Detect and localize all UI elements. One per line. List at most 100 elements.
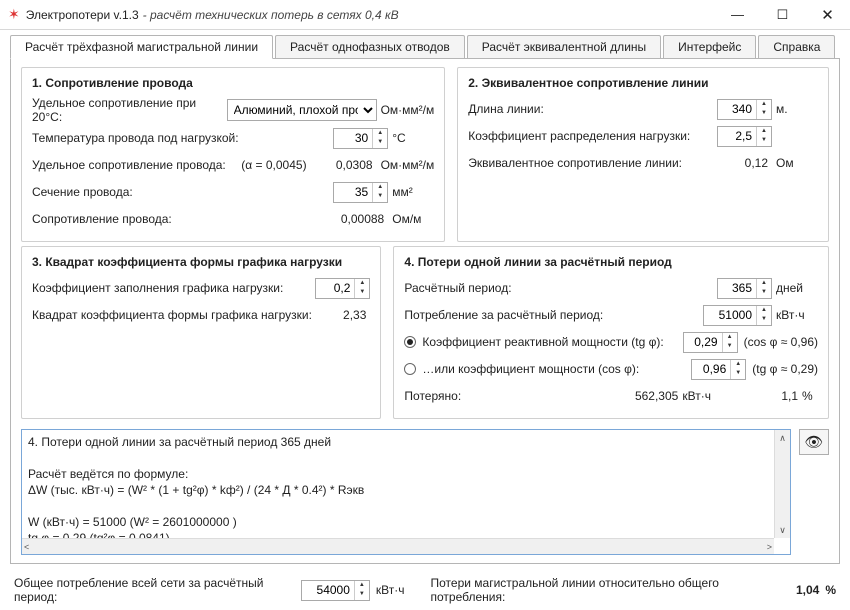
coef-label: Коэффициент распределения нагрузки: bbox=[468, 129, 717, 143]
tab-single-phase[interactable]: Расчёт однофазных отводов bbox=[275, 35, 465, 59]
temp-input[interactable] bbox=[334, 129, 372, 148]
cons-spinner[interactable]: ▲▼ bbox=[703, 305, 772, 326]
loss-unit: % bbox=[825, 583, 836, 597]
cos-input[interactable] bbox=[692, 360, 730, 379]
tg-input[interactable] bbox=[684, 333, 722, 352]
rud-unit: Ом·мм²/м bbox=[377, 158, 435, 172]
spin-up-icon[interactable]: ▲ bbox=[373, 183, 387, 193]
group1-title: 1. Сопротивление провода bbox=[32, 74, 434, 90]
lost-unit: кВт·ч bbox=[678, 389, 724, 403]
len-input[interactable] bbox=[718, 100, 756, 119]
spin-down-icon[interactable]: ▼ bbox=[731, 369, 745, 379]
cos-spinner[interactable]: ▲▼ bbox=[691, 359, 746, 380]
spin-up-icon[interactable]: ▲ bbox=[757, 279, 771, 289]
cos-aux: (tg φ ≈ 0,29) bbox=[746, 362, 818, 376]
rwire-value: 0,00088 bbox=[330, 212, 388, 226]
view-button[interactable]: 👁 bbox=[799, 429, 829, 455]
spin-down-icon[interactable]: ▼ bbox=[355, 288, 369, 298]
r20-label: Удельное сопротивление при 20°C: bbox=[32, 96, 227, 124]
lost-label: Потеряно: bbox=[404, 389, 494, 403]
len-spinner[interactable]: ▲▼ bbox=[717, 99, 772, 120]
titlebar: ✶ Электропотери v.1.3 - расчёт техническ… bbox=[0, 0, 850, 30]
spin-down-icon[interactable]: ▼ bbox=[757, 288, 771, 298]
scroll-up-icon[interactable]: ∧ bbox=[779, 430, 786, 446]
rud-alpha: (α = 0,0045) bbox=[241, 158, 318, 172]
calculation-log[interactable]: 4. Потери одной линии за расчётный перио… bbox=[21, 429, 791, 555]
spin-up-icon[interactable]: ▲ bbox=[757, 100, 771, 110]
lost-value: 562,305 bbox=[608, 389, 678, 403]
spin-up-icon[interactable]: ▲ bbox=[757, 306, 771, 316]
scroll-left-icon[interactable]: < bbox=[24, 542, 29, 552]
spin-up-icon[interactable]: ▲ bbox=[731, 360, 745, 370]
tab-help[interactable]: Справка bbox=[758, 35, 835, 59]
tab-interface[interactable]: Интерфейс bbox=[663, 35, 756, 59]
spin-down-icon[interactable]: ▼ bbox=[723, 342, 737, 352]
rud-label: Удельное сопротивление провода: bbox=[32, 158, 241, 172]
vertical-scrollbar[interactable]: ∧ ∨ bbox=[774, 430, 790, 538]
scroll-right-icon[interactable]: > bbox=[767, 542, 772, 552]
coef-spinner[interactable]: ▲▼ bbox=[717, 126, 772, 147]
close-button[interactable]: ✕ bbox=[805, 0, 850, 30]
temp-label: Температура провода под нагрузкой: bbox=[32, 131, 333, 145]
spin-up-icon[interactable]: ▲ bbox=[757, 127, 771, 137]
temp-spinner[interactable]: ▲▼ bbox=[333, 128, 388, 149]
group-line-losses: 4. Потери одной линии за расчётный перио… bbox=[393, 246, 829, 419]
window-title: Электропотери v.1.3 bbox=[26, 8, 139, 22]
tg-radio[interactable] bbox=[404, 336, 416, 348]
r20-select[interactable]: Алюминий, плохой прово bbox=[227, 99, 377, 121]
spin-down-icon[interactable]: ▼ bbox=[373, 192, 387, 202]
spin-up-icon[interactable]: ▲ bbox=[373, 129, 387, 139]
cons-label: Потребление за расчётный период: bbox=[404, 308, 703, 322]
len-label: Длина линии: bbox=[468, 102, 717, 116]
total-unit: кВт·ч bbox=[376, 583, 405, 597]
spin-down-icon[interactable]: ▼ bbox=[757, 315, 771, 325]
len-unit: м. bbox=[772, 102, 818, 116]
sect-spinner[interactable]: ▲▼ bbox=[333, 182, 388, 203]
spin-down-icon[interactable]: ▼ bbox=[355, 590, 369, 600]
rwire-label: Сопротивление провода: bbox=[32, 212, 330, 226]
sect-label: Сечение провода: bbox=[32, 185, 333, 199]
fill-input[interactable] bbox=[316, 279, 354, 298]
tab-main-line[interactable]: Расчёт трёхфазной магистральной линии bbox=[10, 35, 273, 59]
spin-up-icon[interactable]: ▲ bbox=[723, 333, 737, 343]
period-unit: дней bbox=[772, 281, 818, 295]
total-spinner[interactable]: ▲▼ bbox=[301, 580, 370, 601]
spin-up-icon[interactable]: ▲ bbox=[355, 279, 369, 289]
rud-value: 0,0308 bbox=[319, 158, 377, 172]
lost-pct: 1,1 bbox=[781, 389, 798, 403]
period-spinner[interactable]: ▲▼ bbox=[717, 278, 772, 299]
temp-unit: °C bbox=[388, 131, 434, 145]
group-form-factor: 3. Квадрат коэффициента формы графика на… bbox=[21, 246, 381, 419]
cos-radio[interactable] bbox=[404, 363, 416, 375]
tg-aux: (cos φ ≈ 0,96) bbox=[738, 335, 818, 349]
spin-down-icon[interactable]: ▼ bbox=[373, 138, 387, 148]
req-label: Эквивалентное сопротивление линии: bbox=[468, 156, 714, 170]
sect-input[interactable] bbox=[334, 183, 372, 202]
group-equiv-resistance: 2. Эквивалентное сопротивление линии Дли… bbox=[457, 67, 829, 242]
r20-unit: Ом·мм²/м bbox=[377, 103, 435, 117]
fill-label: Коэффициент заполнения графика нагрузки: bbox=[32, 281, 315, 295]
fill-spinner[interactable]: ▲▼ bbox=[315, 278, 370, 299]
total-input[interactable] bbox=[302, 581, 354, 600]
spin-down-icon[interactable]: ▼ bbox=[757, 136, 771, 146]
tab-equiv-length[interactable]: Расчёт эквивалентной длины bbox=[467, 35, 661, 59]
scroll-down-icon[interactable]: ∨ bbox=[779, 522, 786, 538]
sq-value: 2,33 bbox=[330, 308, 370, 322]
horizontal-scrollbar[interactable]: < > bbox=[22, 538, 774, 554]
tg-spinner[interactable]: ▲▼ bbox=[683, 332, 738, 353]
cons-input[interactable] bbox=[704, 306, 756, 325]
minimize-button[interactable]: — bbox=[715, 0, 760, 30]
tg-label: Коэффициент реактивной мощности (tg φ): bbox=[422, 335, 682, 349]
log-text: 4. Потери одной линии за расчётный перио… bbox=[22, 430, 790, 538]
tab-panel: 1. Сопротивление провода Удельное сопрот… bbox=[10, 58, 840, 564]
window-subtitle: - расчёт технических потерь в сетях 0,4 … bbox=[143, 8, 399, 22]
maximize-button[interactable]: ☐ bbox=[760, 0, 805, 30]
eye-icon: 👁 bbox=[804, 433, 823, 451]
req-unit: Ом bbox=[772, 156, 818, 170]
spin-up-icon[interactable]: ▲ bbox=[355, 581, 369, 591]
spin-down-icon[interactable]: ▼ bbox=[757, 109, 771, 119]
group4-title: 4. Потери одной линии за расчётный перио… bbox=[404, 253, 818, 269]
period-input[interactable] bbox=[718, 279, 756, 298]
coef-input[interactable] bbox=[718, 127, 756, 146]
app-icon: ✶ bbox=[8, 6, 20, 23]
